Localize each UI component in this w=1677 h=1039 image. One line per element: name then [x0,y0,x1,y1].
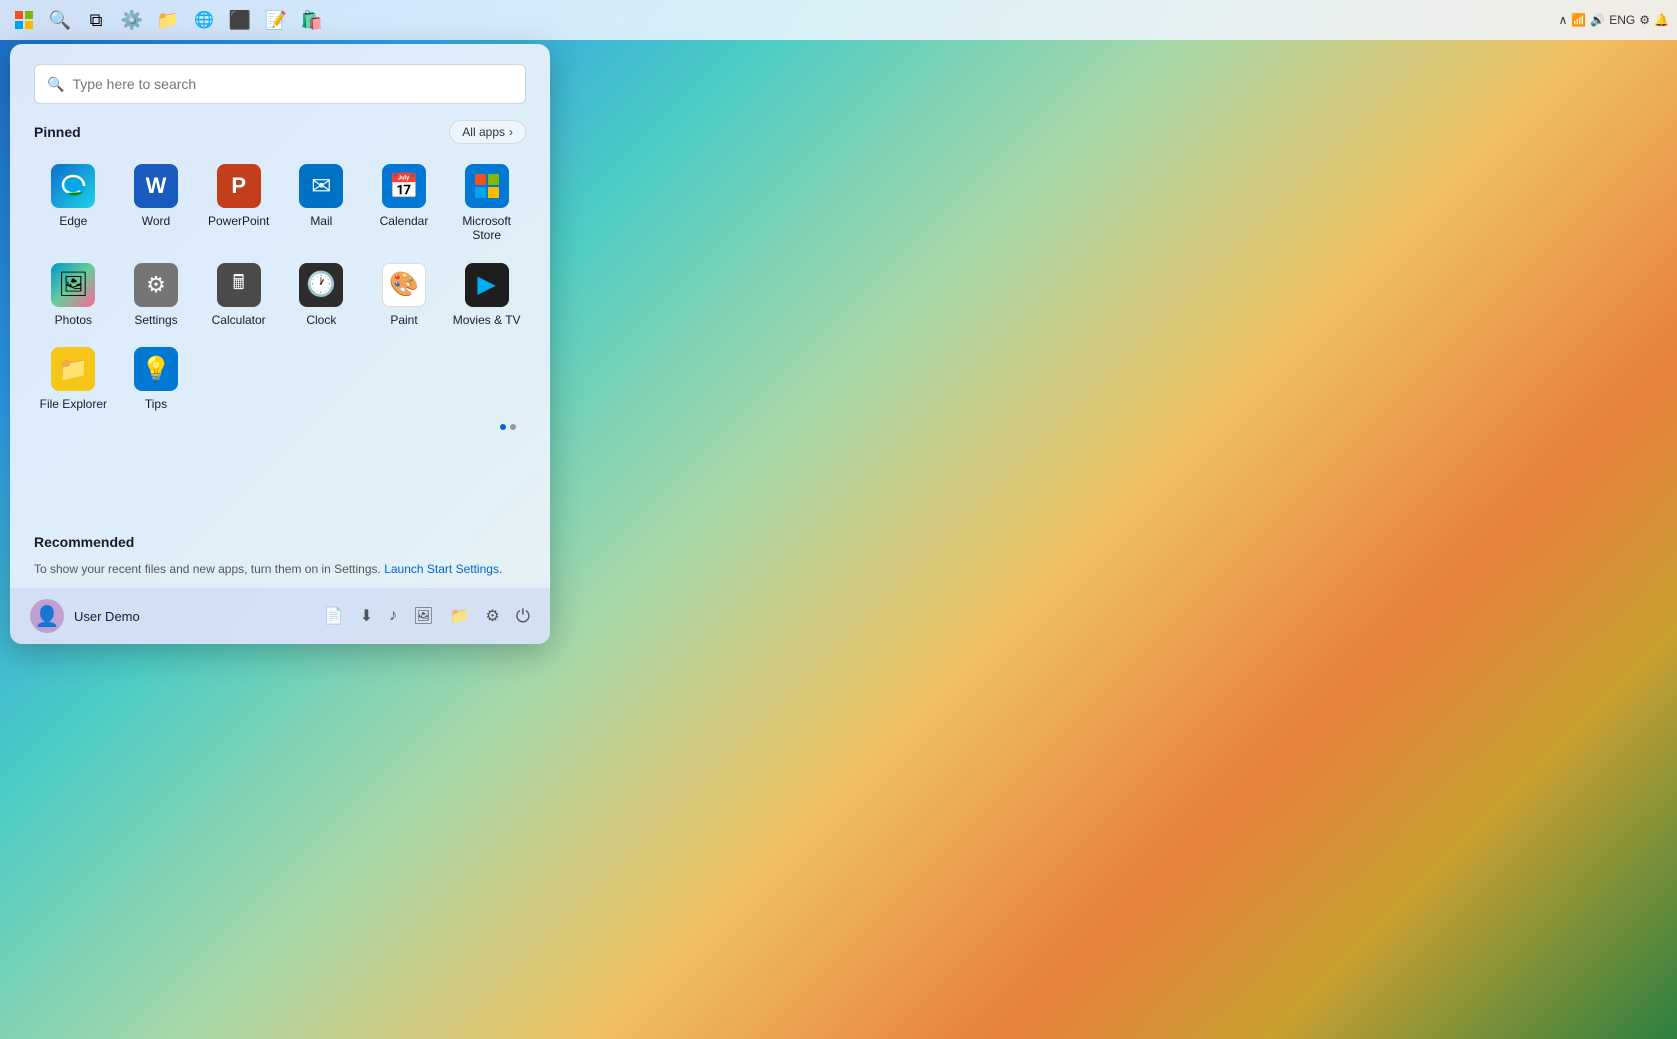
search-bar[interactable]: 🔍 [34,64,526,104]
chevron-icon[interactable]: ∧ [1559,13,1568,27]
powerpoint-label: PowerPoint [208,214,269,228]
app-powerpoint[interactable]: P PowerPoint [199,156,278,251]
explorer-icon: 📁 [51,347,95,391]
calculator-label: Calculator [212,313,266,327]
music-action-icon[interactable]: ♪ [389,607,397,625]
downloads-action-icon[interactable]: ⬇ [360,606,373,626]
settings-icon: ⚙ [134,263,178,307]
search-bar-icon: 🔍 [47,76,64,93]
app-clock[interactable]: 🕐 Clock [282,255,361,335]
app-edge[interactable]: Edge [34,156,113,251]
app-microsoft-store[interactable]: Microsoft Store [447,156,526,251]
calculator-icon: 🖩 [217,263,261,307]
chevron-right-icon: › [509,125,513,139]
avatar-icon: 👤 [35,604,60,629]
app-photos[interactable]: 🖼 Photos [34,255,113,335]
recommended-content: To show your recent files and new apps, … [34,562,526,576]
tips-label: Tips [145,397,167,411]
taskbar-left: 🔍 ⧉ ⚙️ 📁 🌐 ⬛ 📝 🛍️ [8,4,328,36]
taskbar-right: ∧ 📶 🔊 ENG ⚙ 🔔 [1559,13,1669,27]
pictures-action-icon[interactable]: 🖼 [413,606,433,626]
edge-icon [51,164,95,208]
recommended-text: To show your recent files and new apps, … [34,562,381,576]
word-icon: W [134,164,178,208]
mail-label: Mail [310,214,332,228]
edge-label: Edge [59,214,87,228]
user-avatar: 👤 [30,599,64,633]
documents-action-icon[interactable]: 📄 [324,606,344,626]
app-settings[interactable]: ⚙ Settings [117,255,196,335]
notepad-taskbar-button[interactable]: 📝 [260,4,292,36]
terminal-taskbar-button[interactable]: ⬛ [224,4,256,36]
network-icon[interactable]: 📶 [1571,13,1586,27]
search-taskbar-button[interactable]: 🔍 [44,4,76,36]
word-label: Word [142,214,170,228]
app-calendar[interactable]: 📅 Calendar [365,156,444,251]
pinned-apps-grid: Edge W Word P PowerPoint ✉ Mail 📅 Calend… [34,156,526,420]
paint-label: Paint [390,313,417,327]
app-calculator[interactable]: 🖩 Calculator [199,255,278,335]
tips-icon: 💡 [134,347,178,391]
notification-icon[interactable]: 🔔 [1654,13,1669,27]
app-mail[interactable]: ✉ Mail [282,156,361,251]
app-file-explorer[interactable]: 📁 File Explorer [34,339,113,419]
power-action-icon[interactable]: ⏻ [516,606,530,627]
pinned-section: Pinned All apps › Edge W Wo [10,116,550,534]
language-label: ENG [1609,13,1635,27]
start-button[interactable] [8,4,40,36]
search-container: 🔍 [10,44,550,116]
mail-icon: ✉ [299,164,343,208]
photos-label: Photos [55,313,92,327]
movies-icon: ▶ [465,263,509,307]
paint-icon: 🎨 [382,263,426,307]
keyboard-settings-icon[interactable]: ⚙ [1639,13,1650,27]
user-profile[interactable]: 👤 User Demo [30,599,140,633]
settings-taskbar-button[interactable]: ⚙️ [116,4,148,36]
settings-label: Settings [134,313,177,327]
clock-icon: 🕐 [299,263,343,307]
user-bar: 👤 User Demo 📄 ⬇ ♪ 🖼 📁 ⚙ ⏻ [10,588,550,644]
recommended-title: Recommended [34,534,134,550]
page-dot-1[interactable] [500,424,506,430]
photos-icon: 🖼 [51,263,95,307]
launch-settings-link[interactable]: Launch Start Settings. [384,562,502,576]
folder-action-icon[interactable]: 📁 [449,606,469,626]
search-input[interactable] [72,76,513,92]
volume-icon[interactable]: 🔊 [1590,13,1605,27]
explorer-label: File Explorer [40,397,107,411]
recommended-header: Recommended [34,534,526,550]
powerpoint-icon: P [217,164,261,208]
app-word[interactable]: W Word [117,156,196,251]
edge-taskbar-button[interactable]: 🌐 [188,4,220,36]
app-paint[interactable]: 🎨 Paint [365,255,444,335]
store-icon [465,164,509,208]
movies-label: Movies & TV [453,313,521,327]
pinned-title: Pinned [34,124,81,140]
settings-action-icon[interactable]: ⚙ [485,606,499,626]
page-dots [34,424,526,430]
all-apps-button[interactable]: All apps › [449,120,526,144]
user-actions: 📄 ⬇ ♪ 🖼 📁 ⚙ ⏻ [324,606,530,627]
store-label: Microsoft Store [451,214,522,243]
taskbar-system-icons: ∧ 📶 🔊 ENG ⚙ 🔔 [1559,13,1669,27]
task-view-button[interactable]: ⧉ [80,4,112,36]
page-dot-2[interactable] [510,424,516,430]
calendar-icon: 📅 [382,164,426,208]
app-tips[interactable]: 💡 Tips [117,339,196,419]
clock-label: Clock [306,313,336,327]
taskbar: 🔍 ⧉ ⚙️ 📁 🌐 ⬛ 📝 🛍️ ∧ 📶 🔊 ENG ⚙ 🔔 [0,0,1677,40]
explorer-taskbar-button[interactable]: 📁 [152,4,184,36]
pinned-header: Pinned All apps › [34,120,526,144]
recommended-section: Recommended To show your recent files an… [10,534,550,588]
store-taskbar-button[interactable]: 🛍️ [296,4,328,36]
user-name: User Demo [74,609,140,624]
start-menu: 🔍 Pinned All apps › Edge [10,44,550,644]
calendar-label: Calendar [380,214,429,228]
app-movies-tv[interactable]: ▶ Movies & TV [447,255,526,335]
